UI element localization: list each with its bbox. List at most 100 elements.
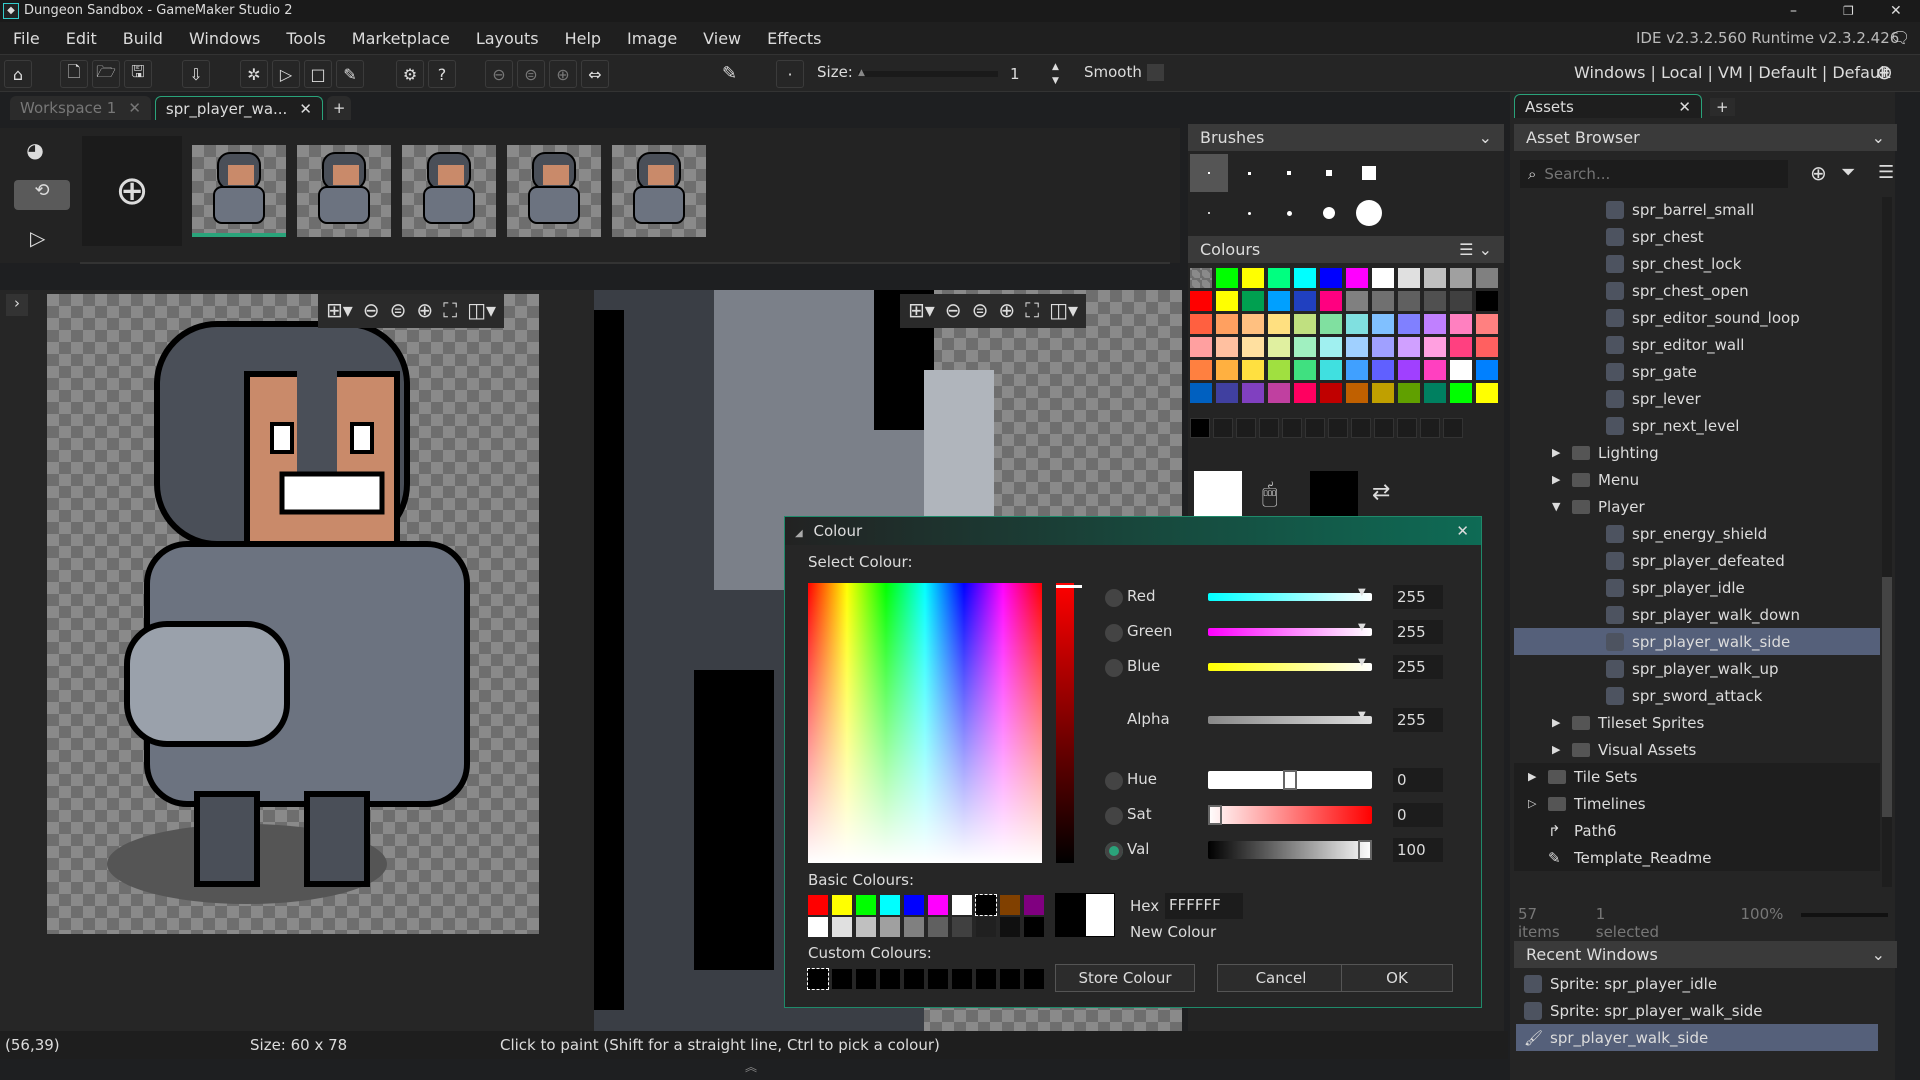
brushes-header[interactable]: Brushes ⌄: [1188, 124, 1504, 151]
tree-item[interactable]: spr_player_defeated: [1514, 547, 1880, 574]
channel-slider-alpha[interactable]: ▼: [1208, 710, 1372, 724]
channel-slider-blue[interactable]: ▼: [1208, 657, 1372, 671]
palette-swatch[interactable]: [1242, 291, 1264, 311]
close-icon[interactable]: ✕: [1678, 98, 1691, 116]
zoom-reset-icon[interactable]: ⊜: [972, 298, 989, 324]
palette-swatch[interactable]: [1476, 383, 1498, 403]
run-button[interactable]: ▷: [272, 60, 300, 88]
ok-button[interactable]: OK: [1341, 964, 1453, 992]
channel-value-blue[interactable]: 255: [1393, 655, 1443, 679]
frame-thumbnail[interactable]: [192, 145, 286, 237]
slider-handle[interactable]: [1358, 840, 1372, 860]
channel-radio-val[interactable]: [1105, 842, 1123, 860]
zoom-out-icon[interactable]: ⊖: [945, 298, 962, 324]
slider-handle[interactable]: [1283, 770, 1297, 790]
secondary-colour-swatch[interactable]: [1310, 471, 1358, 519]
palette-swatch[interactable]: [1268, 383, 1290, 403]
palette-swatch[interactable]: [1450, 268, 1472, 288]
open-button[interactable]: 🗁: [92, 60, 120, 88]
grid-icon[interactable]: ⊞▾: [908, 298, 935, 324]
palette-swatch[interactable]: [1424, 314, 1446, 334]
slider-handle[interactable]: ▼: [1358, 587, 1366, 598]
palette-swatch[interactable]: [1346, 314, 1368, 334]
palette-swatch[interactable]: [1476, 360, 1498, 380]
tree-item[interactable]: spr_lever: [1514, 385, 1880, 412]
palette-swatch[interactable]: [1242, 337, 1264, 357]
new-button[interactable]: 🗋: [60, 60, 88, 88]
stop-button[interactable]: □: [304, 60, 332, 88]
target-selector[interactable]: Windows | Local | VM | Default | Default: [1574, 63, 1891, 82]
menu-marketplace[interactable]: Marketplace: [339, 29, 463, 48]
menu-icon[interactable]: ☰: [1878, 162, 1894, 183]
palette-swatch[interactable]: [1216, 360, 1238, 380]
frame-thumbnail[interactable]: [612, 145, 706, 237]
palette-swatch[interactable]: [1320, 291, 1342, 311]
fullscreen-icon[interactable]: ⛶: [443, 298, 457, 324]
basic-colour-swatch[interactable]: [928, 895, 948, 915]
expand-arrow-icon[interactable]: ▶: [1552, 743, 1572, 756]
empty-palette-slot[interactable]: [1374, 418, 1394, 438]
clean-button[interactable]: ✎: [336, 60, 364, 88]
value-slider-handle[interactable]: [1056, 585, 1082, 588]
add-frame-button[interactable]: ⊕: [82, 136, 182, 246]
close-icon[interactable]: ✕: [128, 99, 141, 117]
target-icon[interactable]: ⊕: [1876, 60, 1893, 84]
palette-swatch[interactable]: [1450, 314, 1472, 334]
custom-colour-swatch[interactable]: [952, 969, 972, 989]
palette-swatch[interactable]: [1216, 337, 1238, 357]
palette-swatch[interactable]: [1398, 268, 1420, 288]
palette-swatch[interactable]: [1242, 314, 1264, 334]
custom-colour-swatch[interactable]: [928, 969, 948, 989]
expand-arrow-icon[interactable]: ▶: [1552, 446, 1572, 459]
palette-swatch[interactable]: [1320, 337, 1342, 357]
basic-colour-swatch[interactable]: [856, 917, 876, 937]
tree-item[interactable]: spr_barrel_small: [1514, 196, 1880, 223]
channel-value-alpha[interactable]: 255: [1393, 708, 1443, 732]
palette-swatch[interactable]: [1372, 383, 1394, 403]
recent-window-item[interactable]: Sprite: spr_player_idle: [1516, 970, 1878, 997]
tree-item[interactable]: spr_player_walk_side: [1514, 628, 1880, 655]
tree-item[interactable]: spr_energy_shield: [1514, 520, 1880, 547]
menu-image[interactable]: Image: [614, 29, 690, 48]
custom-colour-swatch[interactable]: [1000, 969, 1020, 989]
palette-swatch[interactable]: [1190, 360, 1212, 380]
empty-palette-slot[interactable]: [1259, 418, 1279, 438]
expand-arrow-icon[interactable]: ▶: [1552, 716, 1572, 729]
palette-swatch[interactable]: [1242, 383, 1264, 403]
fit-button[interactable]: ⇔: [581, 60, 609, 88]
onion-skin-icon[interactable]: ◕: [14, 138, 56, 168]
add-tab-button[interactable]: +: [326, 96, 352, 120]
basic-colour-swatch[interactable]: [1000, 895, 1020, 915]
custom-colour-swatch[interactable]: [904, 969, 924, 989]
palette-swatch[interactable]: [1398, 337, 1420, 357]
palette-swatch[interactable]: [1242, 268, 1264, 288]
channel-radio-blue[interactable]: [1105, 659, 1123, 677]
slider-handle[interactable]: [1208, 805, 1222, 825]
palette-swatch[interactable]: [1294, 360, 1316, 380]
palette-swatch[interactable]: [1294, 337, 1316, 357]
split-view-icon[interactable]: ◫▾: [1049, 298, 1078, 324]
size-slider[interactable]: ▲: [858, 68, 998, 78]
tree-item[interactable]: ▶ Visual Assets: [1514, 736, 1880, 763]
colour-swatch-button[interactable]: ·: [776, 60, 804, 88]
palette-swatch[interactable]: [1398, 314, 1420, 334]
channel-value-hue[interactable]: 0: [1393, 768, 1443, 792]
basic-colour-swatch[interactable]: [904, 895, 924, 915]
zoom-slider[interactable]: [1801, 913, 1888, 917]
brush-option[interactable]: [1230, 154, 1268, 192]
dialog-close-button[interactable]: ✕: [1456, 517, 1469, 545]
chat-icon[interactable]: 🗨: [1890, 28, 1910, 47]
palette-swatch[interactable]: [1190, 337, 1212, 357]
palette-swatch[interactable]: [1476, 291, 1498, 311]
palette-swatch[interactable]: [1372, 337, 1394, 357]
expand-arrow-icon[interactable]: ▶: [1552, 473, 1572, 486]
recent-windows-header[interactable]: Recent Windows ⌄: [1514, 941, 1897, 968]
search-input[interactable]: [1544, 165, 1765, 183]
menu-help[interactable]: Help: [552, 29, 614, 48]
brush-option[interactable]: [1310, 154, 1348, 192]
menu-effects[interactable]: Effects: [754, 29, 834, 48]
custom-colour-swatch[interactable]: [880, 969, 900, 989]
basic-colour-swatch[interactable]: [1024, 917, 1044, 937]
palette-swatch[interactable]: [1294, 383, 1316, 403]
empty-palette-slot[interactable]: [1213, 418, 1233, 438]
